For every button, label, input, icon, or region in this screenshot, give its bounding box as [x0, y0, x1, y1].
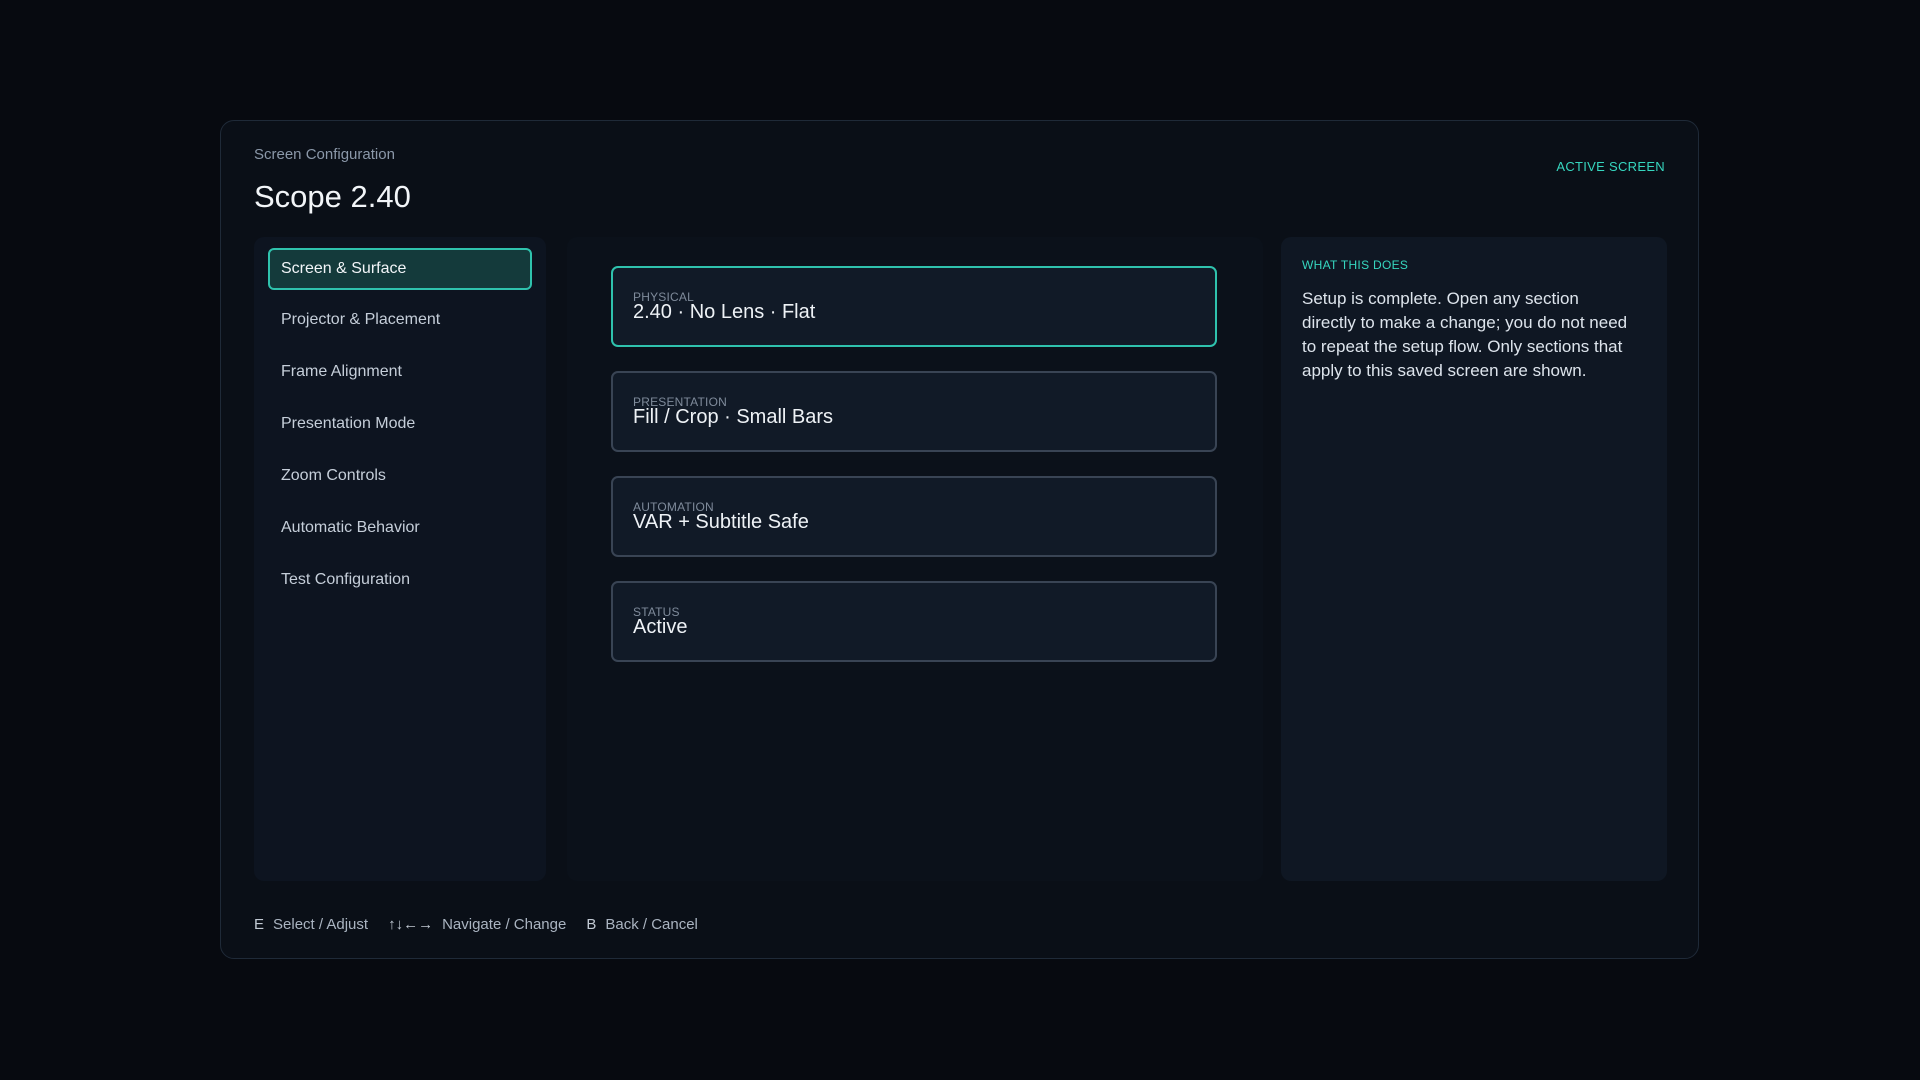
sidebar-item-test-configuration[interactable]: Test Configuration — [268, 560, 532, 602]
status-badge: ACTIVE SCREEN — [1556, 159, 1665, 174]
arrow-keys-icon: ↑↓←→ — [388, 916, 434, 933]
info-heading: WHAT THIS DOES — [1302, 258, 1409, 272]
summary-card-status[interactable]: STATUS Active — [611, 581, 1217, 662]
info-body: Setup is complete. Open any section dire… — [1302, 289, 1628, 380]
section-eyebrow: Screen Configuration — [254, 146, 395, 163]
card-value: Active — [633, 616, 688, 638]
sidebar-item-zoom-controls[interactable]: Zoom Controls — [268, 456, 532, 498]
sidebar: Screen & Surface Projector & Placement F… — [254, 237, 546, 881]
sidebar-item-frame-alignment[interactable]: Frame Alignment — [268, 352, 532, 394]
sidebar-item-projector-placement[interactable]: Projector & Placement — [268, 300, 532, 342]
key-b-label: B — [586, 916, 597, 933]
summary-card-physical[interactable]: PHYSICAL 2.40 · No Lens · Flat — [611, 266, 1217, 347]
hint-action: Navigate / Change — [442, 916, 567, 933]
sidebar-item-automatic-behavior[interactable]: Automatic Behavior — [268, 508, 532, 550]
info-panel: WHAT THIS DOES Setup is complete. Open a… — [1281, 237, 1667, 881]
card-value: VAR + Subtitle Safe — [633, 511, 809, 533]
screen-configuration-panel: Screen Configuration Scope 2.40 ACTIVE S… — [220, 120, 1699, 959]
card-value: Fill / Crop · Small Bars — [633, 406, 834, 428]
hint-action: Back / Cancel — [605, 916, 698, 933]
hint-action: Select / Adjust — [273, 916, 369, 933]
hint-back: B Back / Cancel — [586, 916, 698, 933]
sidebar-item-presentation-mode[interactable]: Presentation Mode — [268, 404, 532, 446]
hint-navigate: ↑↓←→ Navigate / Change — [388, 916, 566, 933]
key-e-label: E — [254, 916, 265, 933]
hint-select: E Select / Adjust — [254, 916, 368, 933]
control-hints: E Select / Adjust ↑↓←→ Navigate / Change… — [254, 916, 698, 933]
sidebar-item-screen-surface[interactable]: Screen & Surface — [268, 248, 532, 290]
card-value: 2.40 · No Lens · Flat — [633, 301, 816, 323]
page-title: Scope 2.40 — [254, 179, 411, 214]
summary-card-automation[interactable]: AUTOMATION VAR + Subtitle Safe — [611, 476, 1217, 557]
summary-area: PHYSICAL 2.40 · No Lens · Flat PRESENTAT… — [567, 237, 1263, 881]
summary-card-presentation[interactable]: PRESENTATION Fill / Crop · Small Bars — [611, 371, 1217, 452]
